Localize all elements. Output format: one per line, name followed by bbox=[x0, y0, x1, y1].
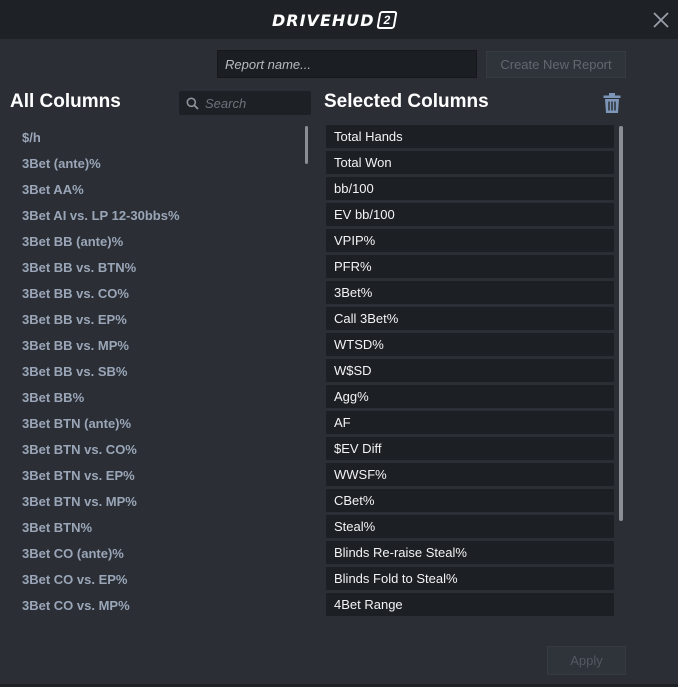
logo-badge: 2 bbox=[375, 11, 398, 29]
delete-button[interactable] bbox=[602, 92, 622, 114]
drivehud-logo: DRIVEHUD 2 bbox=[272, 9, 398, 31]
column-list-item[interactable]: 3Bet CO vs. MP% bbox=[10, 593, 300, 619]
column-list-item[interactable]: 3Bet BTN% bbox=[10, 515, 300, 541]
selected-column-item[interactable]: Steal% bbox=[326, 515, 614, 538]
column-list-item[interactable]: 3Bet (ante)% bbox=[10, 151, 300, 177]
report-name-input[interactable] bbox=[217, 50, 477, 78]
selected-columns-list[interactable]: Total Hands Total Won bb/100 EV bb/100 VPIP%… bbox=[326, 125, 614, 622]
column-list-item[interactable]: 3Bet AI vs. LP 12-30bbs% bbox=[10, 203, 300, 229]
selected-column-item[interactable]: Total Hands bbox=[326, 125, 614, 148]
logo-text: DRIVEHUD bbox=[272, 10, 375, 30]
create-new-report-button[interactable]: Create New Report bbox=[486, 51, 626, 78]
selected-columns-title: Selected Columns bbox=[324, 91, 489, 112]
selected-column-item[interactable]: W$SD bbox=[326, 359, 614, 382]
selected-column-item[interactable]: Call 3Bet% bbox=[326, 307, 614, 330]
column-list-item[interactable]: 3Bet BTN vs. MP% bbox=[10, 489, 300, 515]
selected-column-item[interactable]: PFR% bbox=[326, 255, 614, 278]
column-list-item[interactable]: 3Bet BB vs. MP% bbox=[10, 333, 300, 359]
selected-column-item[interactable]: Blinds Re-raise Steal% bbox=[326, 541, 614, 564]
search-box[interactable] bbox=[179, 91, 311, 115]
column-list-item[interactable]: 3Bet AA% bbox=[10, 177, 300, 203]
search-icon bbox=[186, 97, 199, 110]
selected-column-item[interactable]: WTSD% bbox=[326, 333, 614, 356]
close-icon bbox=[653, 12, 669, 28]
selected-column-item[interactable]: AF bbox=[326, 411, 614, 434]
column-list-item[interactable]: 3Bet BB% bbox=[10, 385, 300, 411]
search-input[interactable] bbox=[205, 95, 305, 111]
column-list-item[interactable]: 3Bet BB vs. CO% bbox=[10, 281, 300, 307]
column-list-item[interactable]: 3Bet BB vs. EP% bbox=[10, 307, 300, 333]
selected-column-item[interactable]: CBet% bbox=[326, 489, 614, 512]
column-list-item[interactable]: 3Bet BB vs. SB% bbox=[10, 359, 300, 385]
selected-column-item[interactable]: EV bb/100 bbox=[326, 203, 614, 226]
selected-column-item[interactable]: Blinds Fold to Steal% bbox=[326, 567, 614, 590]
column-list-item[interactable]: 3Bet BTN vs. CO% bbox=[10, 437, 300, 463]
all-columns-list[interactable]: $/h 3Bet (ante)% 3Bet AA% 3Bet AI vs. LP 12… bbox=[10, 125, 300, 620]
selected-column-item[interactable]: $EV Diff bbox=[326, 437, 614, 460]
selected-column-item[interactable]: bb/100 bbox=[326, 177, 614, 200]
selected-column-item[interactable]: 3Bet% bbox=[326, 281, 614, 304]
all-columns-scrollbar[interactable] bbox=[305, 126, 308, 164]
close-button[interactable] bbox=[650, 9, 672, 31]
selected-columns-scrollbar[interactable] bbox=[619, 126, 623, 521]
title-bar: DRIVEHUD 2 bbox=[0, 0, 678, 39]
column-list-item[interactable]: 3Bet CO vs. EP% bbox=[10, 567, 300, 593]
apply-button[interactable]: Apply bbox=[547, 646, 626, 675]
column-list-item[interactable]: 3Bet CO (ante)% bbox=[10, 541, 300, 567]
all-columns-title: All Columns bbox=[10, 91, 121, 112]
selected-column-item[interactable]: Agg% bbox=[326, 385, 614, 408]
column-list-item[interactable]: 3Bet BTN (ante)% bbox=[10, 411, 300, 437]
trash-icon bbox=[603, 93, 621, 113]
selected-column-item[interactable]: WWSF% bbox=[326, 463, 614, 486]
selected-column-item[interactable]: Total Won bbox=[326, 151, 614, 174]
column-list-item[interactable]: $/h bbox=[10, 125, 300, 151]
column-list-item[interactable]: 3Bet BTN vs. EP% bbox=[10, 463, 300, 489]
selected-column-item[interactable]: VPIP% bbox=[326, 229, 614, 252]
column-list-item[interactable]: 3Bet BB vs. BTN% bbox=[10, 255, 300, 281]
column-list-item[interactable]: 3Bet BB (ante)% bbox=[10, 229, 300, 255]
selected-column-item[interactable]: 4Bet Range bbox=[326, 593, 614, 616]
